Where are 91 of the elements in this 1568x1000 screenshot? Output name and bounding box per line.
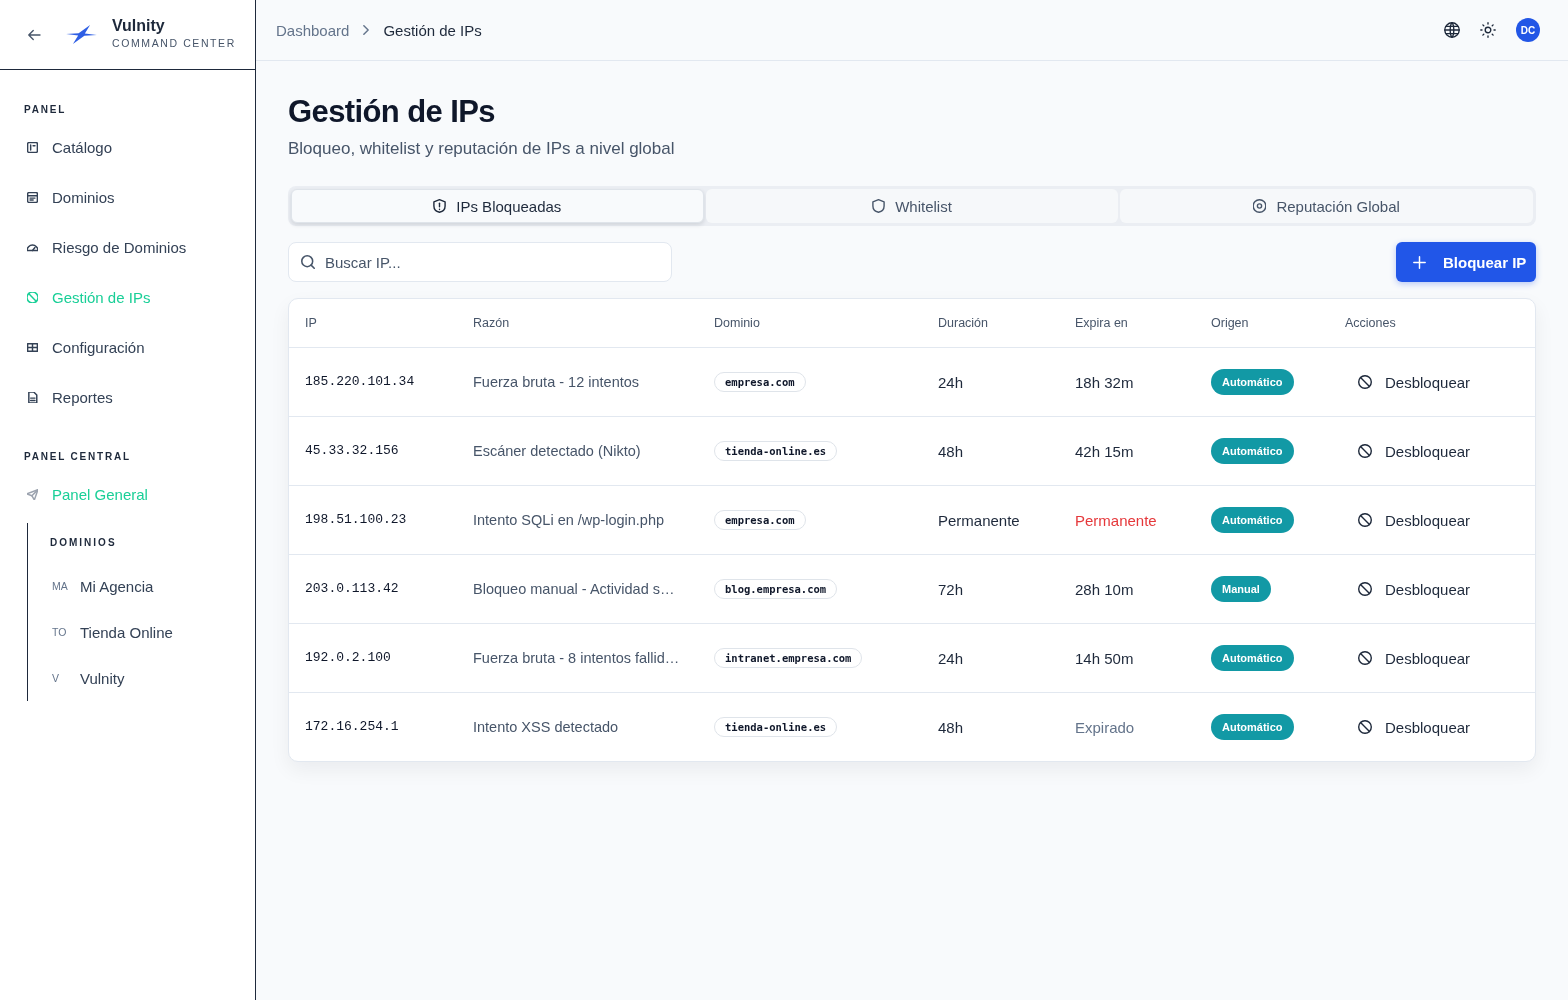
globe-icon[interactable] xyxy=(1444,22,1460,38)
unblock-button[interactable]: Desbloquear xyxy=(1345,714,1471,740)
reason-text: Escáner detectado (Nikto) xyxy=(473,443,641,459)
section-label: PANEL xyxy=(24,103,68,117)
domain-initials: MA xyxy=(51,580,69,592)
panel-icon xyxy=(27,141,38,153)
duration-text: 48h xyxy=(938,442,964,460)
unblock-button[interactable]: Desbloquear xyxy=(1345,645,1471,671)
tab[interactable]: IPs Bloqueadas xyxy=(291,189,704,223)
origin-badge: Automático xyxy=(1211,369,1294,395)
domain-nav-item[interactable]: V Vulnity xyxy=(50,655,231,701)
document-icon xyxy=(27,391,38,403)
unblock-button[interactable]: Desbloquear xyxy=(1345,507,1471,533)
plus-icon xyxy=(1413,255,1426,269)
search-icon xyxy=(301,255,315,269)
block-ip-button[interactable]: Bloquear IP xyxy=(1396,242,1536,282)
expiry-text: 28h 10m xyxy=(1075,580,1134,598)
domain-nav-item[interactable]: MA Mi Agencia xyxy=(50,563,231,609)
column-header: IP xyxy=(305,316,317,330)
tab[interactable]: Reputación Global xyxy=(1120,189,1533,223)
expiry-text: 14h 50m xyxy=(1075,649,1134,667)
reason-text: Fuerza bruta - 8 intentos fallid… xyxy=(473,650,680,666)
column-header: Razón xyxy=(473,316,510,330)
origin-badge: Manual xyxy=(1211,576,1271,602)
target-icon xyxy=(1253,199,1267,213)
breadcrumb-link[interactable]: Dashboard xyxy=(276,21,350,39)
expiry-text: Permanente xyxy=(1075,511,1157,529)
column-header: Dominio xyxy=(714,316,760,330)
ban-icon xyxy=(1358,375,1372,389)
origin-badge: Automático xyxy=(1211,645,1294,671)
page-subtitle: Bloqueo, whitelist y reputación de IPs a nivel global xyxy=(288,138,676,160)
unblock-button[interactable]: Desbloquear xyxy=(1345,576,1471,602)
ip-address: 203.0.113.42 xyxy=(305,580,399,596)
nav-item[interactable]: Reportes xyxy=(24,372,231,422)
gauge-icon xyxy=(27,241,38,253)
ban-icon xyxy=(1358,513,1372,527)
reason-text: Intento SQLi en /wp-login.php xyxy=(473,512,665,528)
user-avatar[interactable]: DC xyxy=(1516,18,1540,42)
ban-icon xyxy=(1358,582,1372,596)
shield-alert-icon xyxy=(433,199,447,213)
unblock-button[interactable]: Desbloquear xyxy=(1345,438,1471,464)
domain-nav-item[interactable]: TO Tienda Online xyxy=(50,609,231,655)
chevron-right-icon xyxy=(363,25,370,35)
grid-icon xyxy=(27,341,38,353)
breadcrumb-current: Gestión de IPs xyxy=(383,21,482,39)
ip-address: 192.0.2.100 xyxy=(305,649,391,665)
origin-badge: Automático xyxy=(1211,507,1294,533)
back-arrow-icon[interactable] xyxy=(27,28,41,41)
unblock-button[interactable]: Desbloquear xyxy=(1345,369,1471,395)
tab[interactable]: Whitelist xyxy=(705,189,1119,223)
reason-text: Intento XSS detectado xyxy=(473,719,619,735)
column-header: Origen xyxy=(1211,316,1249,330)
paper-plane-icon xyxy=(27,488,38,500)
section-label: PANEL CENTRAL xyxy=(24,450,132,464)
nav-item[interactable]: Configuración xyxy=(24,322,231,372)
expiry-text: 18h 32m xyxy=(1075,373,1134,391)
brand-tagline: COMMAND CENTER xyxy=(112,35,236,50)
group-label: DOMINIOS xyxy=(50,536,118,550)
ip-address: 45.33.32.156 xyxy=(305,442,399,458)
duration-text: 72h xyxy=(938,580,964,598)
sun-icon[interactable] xyxy=(1480,22,1496,38)
duration-text: 24h xyxy=(938,649,964,667)
reason-text: Bloqueo manual - Actividad s… xyxy=(473,581,675,597)
shield-icon xyxy=(872,199,886,213)
column-header: Acciones xyxy=(1345,316,1396,330)
ban-icon xyxy=(27,291,38,303)
ban-icon xyxy=(1358,444,1372,458)
origin-badge: Automático xyxy=(1211,714,1294,740)
ip-address: 198.51.100.23 xyxy=(305,511,407,527)
nav-item[interactable]: Catálogo xyxy=(24,122,231,172)
duration-text: 48h xyxy=(938,718,964,736)
expiry-text: Expirado xyxy=(1075,718,1135,736)
domain-initials: TO xyxy=(51,626,68,638)
page-title: Gestión de IPs xyxy=(288,93,496,131)
expiry-text: 42h 15m xyxy=(1075,442,1134,460)
ban-icon xyxy=(1358,720,1372,734)
browser-window-icon xyxy=(27,191,38,203)
nav-item[interactable]: Riesgo de Dominios xyxy=(24,222,231,272)
origin-badge: Automático xyxy=(1211,438,1294,464)
column-header: Expira en xyxy=(1075,316,1128,330)
duration-text: 24h xyxy=(938,373,964,391)
nav-item[interactable]: Dominios xyxy=(24,172,231,222)
ip-address: 172.16.254.1 xyxy=(305,718,399,734)
column-header: Duración xyxy=(938,316,989,330)
duration-text: Permanente xyxy=(938,511,1020,529)
ban-icon xyxy=(1358,651,1372,665)
brand-name: Vulnity xyxy=(112,15,166,36)
ip-address: 185.220.101.34 xyxy=(305,373,415,389)
domain-initials: V xyxy=(51,672,60,684)
search-field[interactable]: Buscar IP... xyxy=(288,242,672,282)
reason-text: Fuerza bruta - 12 intentos xyxy=(473,374,640,390)
